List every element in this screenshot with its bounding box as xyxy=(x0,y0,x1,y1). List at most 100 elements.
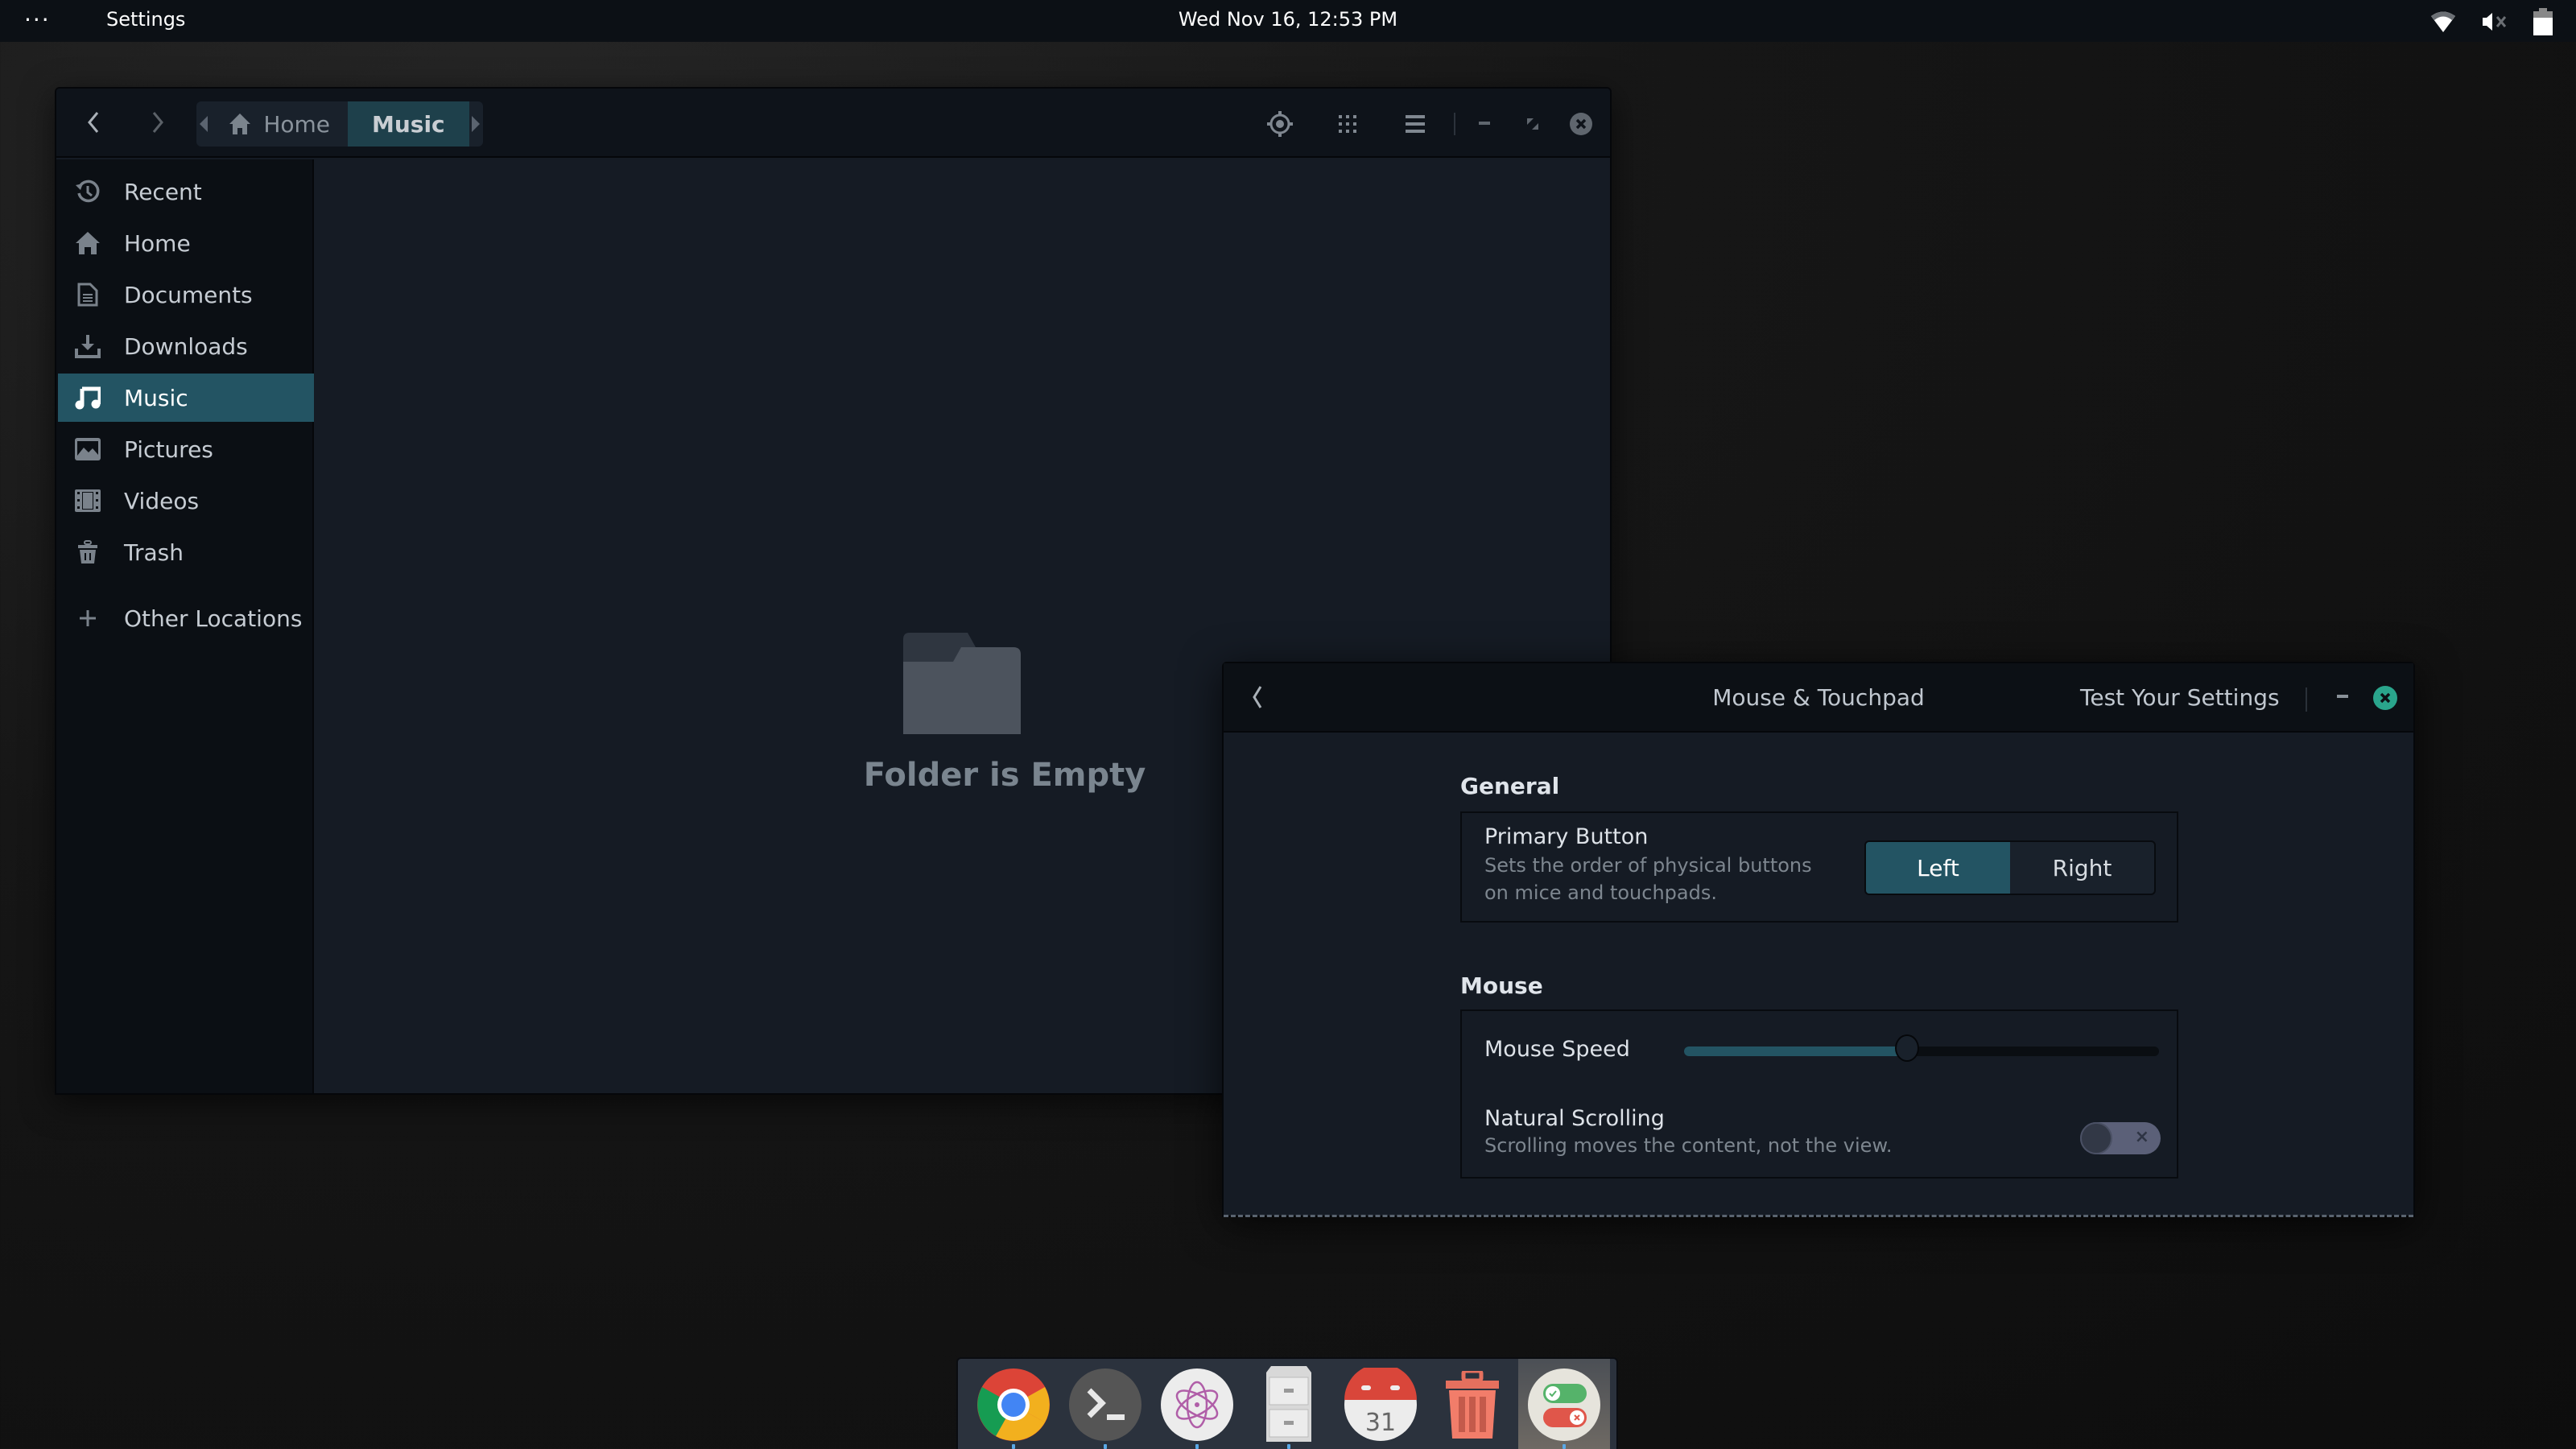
primary-button-title: Primary Button xyxy=(1484,824,1649,849)
music-note-icon xyxy=(75,386,101,410)
locate-button[interactable] xyxy=(1262,106,1298,142)
path-item-label: Home xyxy=(263,110,330,138)
slider-fill xyxy=(1684,1046,1908,1056)
sidebar-item-label: Documents xyxy=(124,281,253,308)
sidebar-item-label: Downloads xyxy=(124,332,248,360)
description-line: on mice and touchpads. xyxy=(1484,881,1717,904)
path-scroll-left[interactable] xyxy=(196,101,210,147)
close-button[interactable] xyxy=(1563,106,1599,142)
file-cabinet-icon xyxy=(1266,1366,1311,1442)
dock-item-terminal[interactable] xyxy=(1059,1359,1151,1449)
caret-right-icon xyxy=(472,116,481,132)
toggle-off-icon: × xyxy=(2134,1127,2149,1147)
running-indicator xyxy=(1195,1444,1199,1449)
section-heading-mouse: Mouse xyxy=(1460,972,1543,999)
dock-item-calendar[interactable]: 31 xyxy=(1335,1359,1426,1449)
primary-button-selector: Left Right xyxy=(1864,840,2156,895)
ellipsis-icon[interactable]: ··· xyxy=(24,6,51,33)
header-separator xyxy=(1454,113,1455,135)
close-button[interactable] xyxy=(2373,686,2397,710)
slider-thumb[interactable] xyxy=(1895,1034,1920,1062)
files-headerbar: Home Music xyxy=(56,89,1610,158)
sidebar-item-recent[interactable]: Recent xyxy=(58,167,314,216)
sidebar-item-label: Music xyxy=(124,384,188,411)
close-icon xyxy=(2380,692,2391,704)
menu-icon xyxy=(1406,115,1425,133)
settings-headerbar: Mouse & Touchpad Test Your Settings xyxy=(1224,663,2413,733)
dock-item-chrome[interactable] xyxy=(968,1359,1059,1449)
forward-button[interactable] xyxy=(140,105,175,140)
mouse-speed-slider[interactable] xyxy=(1684,1034,2159,1062)
sidebar-item-pictures[interactable]: Pictures xyxy=(58,425,314,473)
mouse-panel: Mouse Speed Natural Scrolling Scrolling … xyxy=(1460,1009,2178,1179)
atom-icon xyxy=(1161,1368,1233,1441)
path-item-home[interactable]: Home xyxy=(210,101,348,147)
natural-scrolling-toggle[interactable]: × xyxy=(2080,1122,2161,1154)
trash-icon xyxy=(1446,1371,1499,1439)
document-icon xyxy=(77,283,98,307)
chrome-icon xyxy=(977,1368,1050,1441)
description-line: Sets the order of physical buttons xyxy=(1484,854,1812,877)
settings-back-button[interactable] xyxy=(1240,679,1275,715)
calendar-icon: 31 xyxy=(1344,1368,1417,1441)
primary-left-button[interactable]: Left xyxy=(1866,842,2010,894)
sidebar-item-videos[interactable]: Videos xyxy=(58,477,314,525)
dock: 31 xyxy=(956,1357,1618,1449)
sidebar-item-other-locations[interactable]: Other Locations xyxy=(58,594,314,642)
mouse-speed-label: Mouse Speed xyxy=(1484,1037,1630,1062)
sidebar-item-downloads[interactable]: Downloads xyxy=(58,322,314,370)
sidebar-item-label: Other Locations xyxy=(124,605,303,632)
dock-item-settings[interactable] xyxy=(1518,1359,1610,1449)
window-bottom-border xyxy=(1224,1214,2413,1217)
header-separator xyxy=(2306,687,2307,712)
chevron-right-icon xyxy=(152,112,163,133)
film-icon xyxy=(75,489,101,512)
running-indicator xyxy=(1012,1444,1015,1449)
places-sidebar: Recent Home Documents Downloads Music Pi… xyxy=(56,159,314,1093)
toggle-knob xyxy=(2080,1122,2112,1154)
sidebar-item-music[interactable]: Music xyxy=(58,374,314,422)
minimize-icon xyxy=(1479,122,1490,125)
minimize-button[interactable] xyxy=(2326,681,2359,713)
sidebar-item-documents[interactable]: Documents xyxy=(58,270,314,319)
home-icon xyxy=(229,114,251,134)
chevron-left-icon xyxy=(88,112,99,133)
minimize-button[interactable] xyxy=(1467,106,1502,142)
clock-icon xyxy=(76,180,100,203)
volume-muted-icon[interactable] xyxy=(2481,11,2508,32)
test-your-settings-button[interactable]: Test Your Settings xyxy=(2080,684,2280,711)
calendar-day: 31 xyxy=(1365,1409,1396,1437)
chevron-left-icon xyxy=(1253,686,1262,708)
sidebar-item-label: Trash xyxy=(124,539,184,566)
primary-button-description: Sets the order of physical buttons on mi… xyxy=(1484,852,1812,906)
settings-window: Mouse & Touchpad Test Your Settings Gene… xyxy=(1222,662,2415,1217)
sidebar-item-trash[interactable]: Trash xyxy=(58,528,314,576)
path-item-music[interactable]: Music xyxy=(348,101,469,147)
battery-icon[interactable] xyxy=(2533,8,2553,35)
folder-icon xyxy=(903,633,1021,739)
home-icon xyxy=(76,232,100,254)
restore-button[interactable] xyxy=(1515,106,1550,142)
download-icon xyxy=(75,335,101,358)
running-indicator xyxy=(1104,1444,1107,1449)
natural-scrolling-description: Scrolling moves the content, not the vie… xyxy=(1484,1134,1893,1157)
path-scroll-right[interactable] xyxy=(469,101,483,147)
grid-view-button[interactable] xyxy=(1330,106,1365,142)
terminal-icon xyxy=(1069,1368,1141,1441)
system-tray xyxy=(2429,8,2553,35)
restore-icon xyxy=(1527,118,1538,130)
clock[interactable]: Wed Nov 16, 12:53 PM xyxy=(1179,8,1397,31)
dock-item-atom[interactable] xyxy=(1151,1359,1243,1449)
primary-right-button[interactable]: Right xyxy=(2010,842,2154,894)
sidebar-item-home[interactable]: Home xyxy=(58,219,314,267)
path-bar: Home Music xyxy=(196,101,483,147)
top-panel: ··· Settings Wed Nov 16, 12:53 PM xyxy=(0,0,2576,42)
dock-item-files[interactable] xyxy=(1243,1359,1335,1449)
back-button[interactable] xyxy=(76,105,111,140)
menu-button[interactable] xyxy=(1397,106,1433,142)
active-app-name[interactable]: Settings xyxy=(106,8,185,31)
sidebar-item-label: Recent xyxy=(124,178,202,205)
dock-item-trash[interactable] xyxy=(1426,1359,1518,1449)
grid-view-icon xyxy=(1339,115,1356,133)
wifi-icon[interactable] xyxy=(2429,10,2457,34)
